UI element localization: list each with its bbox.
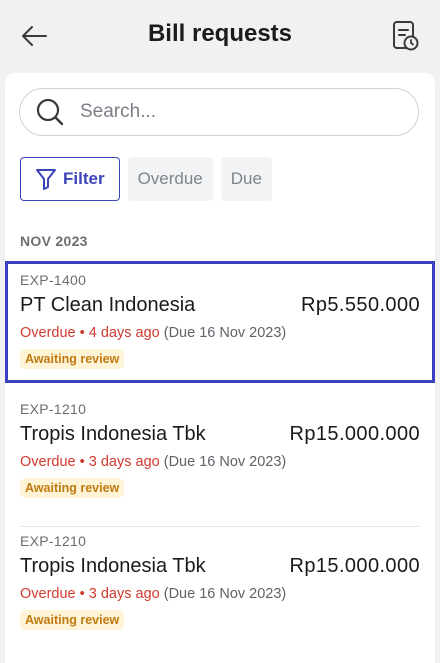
overdue-age: 3 days ago [88,454,160,470]
overdue-status: Overdue [20,454,76,470]
bill-list: EXP-1400 PT Clean Indonesia Rp5.550.000 … [5,261,435,659]
overdue-age: 4 days ago [88,325,160,341]
overdue-status: Overdue [20,586,76,602]
filter-bar: Filter Overdue Due [20,157,272,201]
vendor-name: PT Clean Indonesia [20,294,196,316]
history-button[interactable] [388,19,422,53]
bill-code: EXP-1210 [20,401,87,417]
vendor-name: Tropis Indonesia Tbk [20,555,206,577]
content-panel: Filter Overdue Due NOV 2023 EXP-1400 PT … [5,73,435,663]
bill-item[interactable]: EXP-1210 Tropis Indonesia Tbk Rp15.000.0… [20,527,420,659]
bill-code: EXP-1400 [20,272,87,288]
bill-amount: Rp5.550.000 [301,294,420,316]
search-icon [34,96,66,128]
search-input[interactable] [78,100,382,124]
due-date: (Due 16 Nov 2023) [163,325,287,341]
due-date: (Due 16 Nov 2023) [163,454,287,470]
section-header: NOV 2023 [20,233,88,249]
status-badge: Awaiting review [20,478,125,498]
page-title: Bill requests [147,20,293,47]
bill-item[interactable]: EXP-1210 Tropis Indonesia Tbk Rp15.000.0… [20,395,420,527]
chip-due[interactable]: Due [220,157,272,201]
funnel-icon [35,167,57,191]
vendor-name: Tropis Indonesia Tbk [20,423,206,445]
filter-button[interactable]: Filter [20,157,120,201]
document-clock-icon [393,21,419,51]
overdue-status: Overdue [20,325,76,341]
app-header: Bill requests [0,0,440,72]
status-badge: Awaiting review [20,349,125,369]
bill-code: EXP-1210 [20,533,87,549]
bill-item[interactable]: EXP-1400 PT Clean Indonesia Rp5.550.000 … [5,261,435,383]
due-date: (Due 16 Nov 2023) [163,586,287,602]
chip-overdue[interactable]: Overdue [127,157,213,201]
status-badge: Awaiting review [20,610,125,630]
bill-amount: Rp15.000.000 [289,555,420,577]
search-bar[interactable] [19,88,419,136]
filter-label: Filter [63,169,105,188]
bill-amount: Rp15.000.000 [289,423,420,445]
overdue-age: 3 days ago [88,586,160,602]
